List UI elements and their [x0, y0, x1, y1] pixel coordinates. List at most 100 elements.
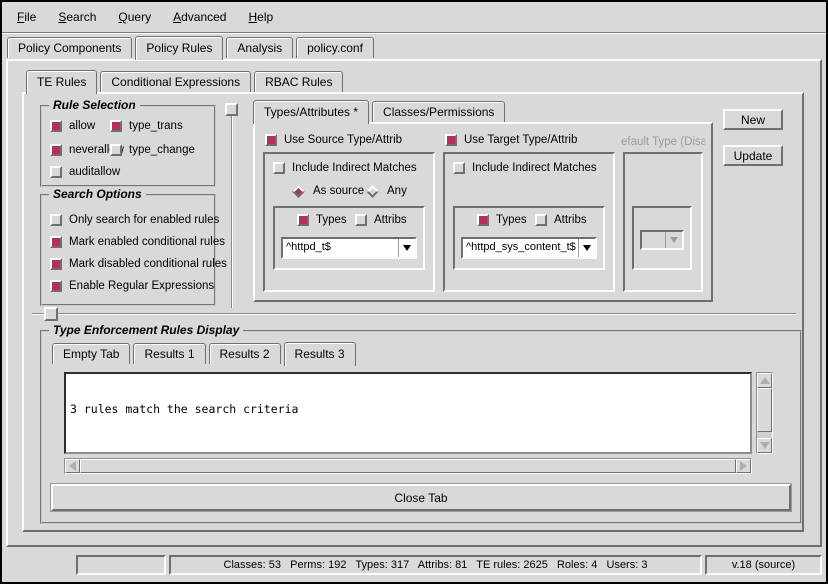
checkbox-mark-enabled[interactable]: Mark enabled conditional rules [50, 236, 225, 248]
tab-te-rules[interactable]: TE Rules [26, 70, 97, 94]
default-combo-arrow-button [665, 232, 682, 248]
use-target-label: Use Target Type/Attrib [464, 134, 577, 146]
tab-conditional-expressions[interactable]: Conditional Expressions [100, 71, 251, 92]
scroll-right-button[interactable] [736, 459, 751, 473]
vertical-sash-line [231, 106, 233, 308]
as-source-radio-row[interactable]: As source [291, 185, 364, 197]
checkbox-mark-disabled[interactable]: Mark disabled conditional rules [50, 258, 227, 270]
target-attribs-row[interactable]: Attribs [535, 214, 587, 226]
menu-advanced[interactable]: Advanced [162, 6, 237, 28]
mark-disabled-label: Mark disabled conditional rules [69, 258, 227, 270]
mark-enabled-checkbox[interactable] [50, 236, 62, 248]
use-source-checkbox[interactable] [265, 134, 277, 146]
tab-types-attributes[interactable]: Types/Attributes * [253, 100, 369, 124]
use-target-checkbox[interactable] [445, 134, 457, 146]
use-target-row[interactable]: Use Target Type/Attrib [445, 134, 577, 146]
search-options-frame: Search Options Only search for enabled r… [40, 194, 216, 306]
tab-empty[interactable]: Empty Tab [52, 343, 130, 364]
menu-query[interactable]: Query [107, 6, 162, 28]
menu-query-key: Q [118, 10, 127, 24]
checkbox-only-enabled[interactable]: Only search for enabled rules [50, 214, 219, 226]
vertical-scroll-thumb[interactable] [757, 388, 772, 432]
tab-results-1[interactable]: Results 1 [133, 343, 205, 364]
new-button[interactable]: New [723, 109, 783, 130]
tab-results-3[interactable]: Results 3 [284, 342, 356, 366]
as-source-label: As source [313, 185, 364, 197]
tab-results-2[interactable]: Results 2 [209, 343, 281, 364]
tab-classes-permissions[interactable]: Classes/Permissions [372, 101, 505, 122]
type-change-checkbox[interactable] [110, 144, 122, 156]
results-horizontal-scrollbar[interactable] [64, 458, 752, 474]
source-attribs-checkbox[interactable] [355, 214, 367, 226]
allow-checkbox[interactable] [50, 120, 62, 132]
results-text-area[interactable]: 3 rules match the search criteria (5822)… [64, 372, 752, 454]
target-indirect-row[interactable]: Include Indirect Matches [453, 162, 597, 174]
source-attribs-row[interactable]: Attribs [355, 214, 407, 226]
type-trans-checkbox[interactable] [110, 120, 122, 132]
menu-help[interactable]: Help [237, 6, 284, 28]
tab-policy-conf[interactable]: policy.conf [296, 37, 374, 58]
auditallow-checkbox[interactable] [50, 166, 62, 178]
checkbox-type-change[interactable]: type_change [110, 144, 195, 156]
status-left-box [76, 555, 166, 575]
source-types-label: Types [316, 214, 347, 226]
tab-policy-rules[interactable]: Policy Rules [135, 36, 223, 60]
menu-file[interactable]: File [6, 6, 47, 28]
default-type-frame [623, 152, 703, 292]
checkbox-auditallow[interactable]: auditallow [50, 166, 120, 178]
tab-policy-components[interactable]: Policy Components [7, 37, 132, 58]
use-source-label: Use Source Type/Attrib [284, 134, 402, 146]
neverallow-checkbox[interactable] [50, 144, 62, 156]
arrow-right-icon [740, 461, 747, 471]
status-version: v.18 (source) [705, 555, 822, 575]
any-radio[interactable] [366, 185, 379, 198]
results-vertical-scrollbar[interactable] [756, 372, 773, 454]
main-tab-bar: Policy Components Policy Rules Analysis … [7, 36, 377, 58]
close-tab-button[interactable]: Close Tab [51, 484, 791, 511]
target-types-label: Types [496, 214, 527, 226]
types-attributes-panel: Use Source Type/Attrib Include Indirect … [253, 122, 713, 302]
source-types-row[interactable]: Types [297, 214, 347, 226]
checkbox-regex[interactable]: Enable Regular Expressions [50, 280, 214, 292]
source-indirect-label: Include Indirect Matches [292, 162, 417, 174]
source-combo-arrow-button[interactable] [398, 239, 415, 257]
as-source-radio[interactable] [292, 185, 305, 198]
target-types-row[interactable]: Types [477, 214, 527, 226]
any-radio-row[interactable]: Any [365, 185, 407, 197]
menu-separator [2, 32, 826, 34]
rules-tab-bar: TE Rules Conditional Expressions RBAC Ru… [26, 70, 346, 92]
checkbox-type-trans[interactable]: type_trans [110, 120, 183, 132]
horizontal-sash-handle[interactable] [44, 307, 58, 321]
menu-bar: File Search Query Advanced Help [2, 2, 826, 32]
chevron-down-icon [670, 237, 678, 243]
target-type-combobox[interactable]: ^httpd_sys_content_t$ [461, 237, 597, 259]
source-types-checkbox[interactable] [297, 214, 309, 226]
scroll-down-button[interactable] [757, 438, 772, 453]
target-indirect-checkbox[interactable] [453, 162, 465, 174]
source-attribs-label: Attribs [374, 214, 407, 226]
source-indirect-checkbox[interactable] [273, 162, 285, 174]
checkbox-allow[interactable]: allow [50, 120, 95, 132]
te-display-legend: Type Enforcement Rules Display [49, 323, 243, 337]
target-attribs-checkbox[interactable] [535, 214, 547, 226]
tab-rbac-rules[interactable]: RBAC Rules [254, 71, 343, 92]
only-enabled-checkbox[interactable] [50, 214, 62, 226]
type-trans-label: type_trans [129, 120, 183, 132]
mark-disabled-checkbox[interactable] [50, 258, 62, 270]
source-indirect-row[interactable]: Include Indirect Matches [273, 162, 417, 174]
update-button[interactable]: Update [723, 145, 783, 166]
scroll-left-button[interactable] [65, 459, 80, 473]
target-combo-arrow-button[interactable] [578, 239, 595, 257]
horizontal-scroll-thumb[interactable] [80, 459, 736, 473]
source-type-value: ^httpd_t$ [283, 239, 398, 257]
target-types-checkbox[interactable] [477, 214, 489, 226]
use-source-row[interactable]: Use Source Type/Attrib [265, 134, 402, 146]
source-type-combobox[interactable]: ^httpd_t$ [281, 237, 417, 259]
ta-tab-bar: Types/Attributes * Classes/Permissions [253, 100, 508, 122]
regex-checkbox[interactable] [50, 280, 62, 292]
tab-analysis[interactable]: Analysis [226, 37, 293, 58]
menu-search[interactable]: Search [47, 6, 107, 28]
menu-query-rest: uery [128, 10, 151, 24]
scroll-up-button[interactable] [757, 373, 772, 388]
vertical-sash-handle[interactable] [225, 103, 238, 116]
